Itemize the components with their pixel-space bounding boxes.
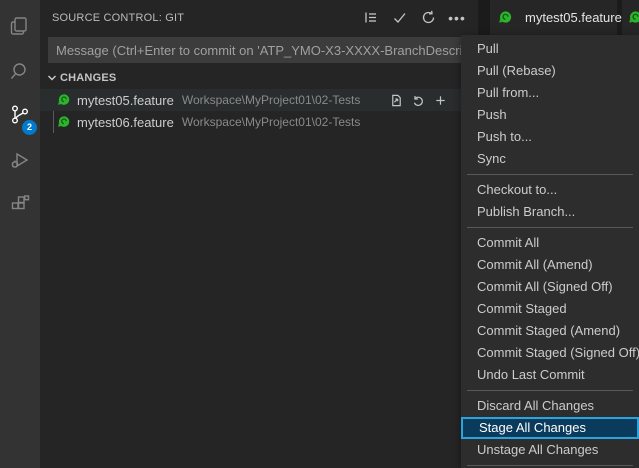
row-actions	[389, 89, 448, 111]
menu-item-sync[interactable]: Sync	[461, 148, 639, 170]
file-name: mytest05.feature	[77, 93, 174, 108]
menu-item-unstage-all-changes[interactable]: Unstage All Changes	[461, 439, 639, 461]
activity-item-run-debug[interactable]	[0, 142, 40, 182]
change-row-mytest05-feature[interactable]: mytest05.feature Workspace\MyProject01\0…	[40, 89, 478, 111]
extensions-icon	[8, 192, 32, 221]
sidebar-toolbar: •••	[361, 9, 470, 27]
activity-bar: 2	[0, 0, 40, 468]
menu-item-pull-from[interactable]: Pull from...	[461, 82, 639, 104]
menu-item-commit-staged-signed-off[interactable]: Commit Staged (Signed Off)	[461, 342, 639, 364]
menu-item-commit-staged[interactable]: Commit Staged	[461, 298, 639, 320]
file-path: Workspace\MyProject01\02-Tests	[182, 93, 361, 107]
change-row-mytest06-feature[interactable]: mytest06.feature Workspace\MyProject01\0…	[40, 111, 478, 133]
menu-item-push[interactable]: Push	[461, 104, 639, 126]
menu-item-commit-all-signed-off[interactable]: Commit All (Signed Off)	[461, 276, 639, 298]
file-name: mytest06.feature	[77, 115, 174, 130]
commit-message-input[interactable]	[48, 37, 470, 63]
menu-item-pull-rebase[interactable]: Pull (Rebase)	[461, 60, 639, 82]
more-actions-icon[interactable]: •••	[448, 9, 466, 27]
tab-mytest05-feature[interactable]: mytest05.feature	[490, 0, 617, 35]
changes-list: mytest05.feature Workspace\MyProject01\0…	[40, 89, 478, 133]
menu-item-checkout-to[interactable]: Checkout to...	[461, 179, 639, 201]
menu-item-commit-all[interactable]: Commit All	[461, 232, 639, 254]
vscode-window: 2 SOURCE CONT	[0, 0, 639, 468]
commit-check-icon[interactable]	[390, 9, 408, 27]
discard-changes-icon[interactable]	[411, 93, 426, 108]
menu-item-stage-all-changes[interactable]: Stage All Changes	[461, 417, 639, 439]
menu-item-discard-all-changes[interactable]: Discard All Changes	[461, 395, 639, 417]
menu-item-commit-all-amend[interactable]: Commit All (Amend)	[461, 254, 639, 276]
tab-partial[interactable]	[622, 0, 639, 35]
sidebar-title-bar: SOURCE CONTROL: GIT	[40, 0, 478, 35]
changes-section-header[interactable]: CHANGES	[40, 67, 478, 89]
feature-file-icon	[57, 93, 71, 107]
feature-file-icon	[57, 115, 71, 129]
menu-item-pull[interactable]: Pull	[461, 38, 639, 60]
stage-changes-icon[interactable]	[433, 93, 448, 108]
tab-label: mytest05.feature	[525, 10, 622, 25]
menu-separator	[467, 174, 633, 175]
menu-separator	[467, 227, 633, 228]
activity-item-explorer[interactable]	[0, 8, 40, 48]
view-as-tree-icon[interactable]	[361, 9, 379, 27]
activity-item-source-control[interactable]: 2	[0, 97, 40, 137]
explorer-icon	[8, 14, 32, 43]
scm-badge: 2	[22, 120, 37, 135]
run-debug-icon	[8, 148, 32, 177]
feature-file-icon	[628, 10, 639, 25]
menu-item-commit-staged-amend[interactable]: Commit Staged (Amend)	[461, 320, 639, 342]
chevron-down-icon	[44, 70, 60, 86]
search-icon	[8, 59, 32, 88]
refresh-icon[interactable]	[419, 9, 437, 27]
sidebar-title: SOURCE CONTROL: GIT	[52, 12, 184, 24]
changes-section-label: CHANGES	[60, 72, 116, 84]
file-path: Workspace\MyProject01\02-Tests	[182, 115, 361, 129]
menu-separator	[467, 390, 633, 391]
feature-file-icon	[498, 10, 513, 25]
activity-item-extensions[interactable]	[0, 186, 40, 226]
menu-separator	[467, 465, 633, 466]
source-control-sidebar: SOURCE CONTROL: GIT	[40, 0, 478, 468]
menu-item-undo-last-commit[interactable]: Undo Last Commit	[461, 364, 639, 386]
git-context-menu: PullPull (Rebase)Pull from...PushPush to…	[461, 35, 639, 468]
menu-item-push-to[interactable]: Push to...	[461, 126, 639, 148]
menu-item-publish-branch[interactable]: Publish Branch...	[461, 201, 639, 223]
activity-item-search[interactable]	[0, 53, 40, 93]
open-file-icon[interactable]	[389, 93, 404, 108]
